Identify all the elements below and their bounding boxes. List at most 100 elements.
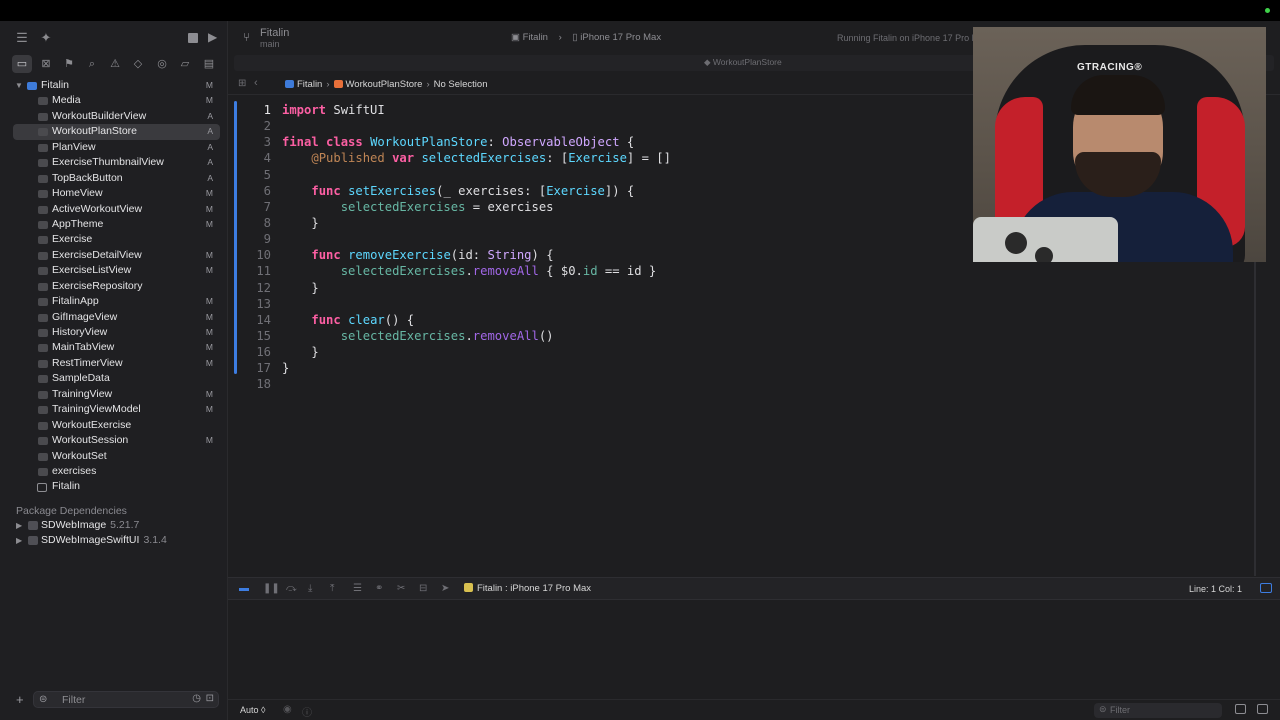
tree-item[interactable]: MainTabView M — [0, 340, 228, 355]
swift-file-icon — [38, 128, 48, 137]
tree-item[interactable]: ExerciseRepository — [0, 279, 228, 294]
info-icon[interactable]: ⓘ — [302, 704, 312, 719]
recent-files-icon[interactable]: ◷ — [192, 693, 201, 704]
test-navigator-icon[interactable]: ◇ — [128, 55, 148, 73]
filter-options-icon[interactable]: ⊡ — [206, 693, 214, 704]
find-navigator-icon[interactable]: ⌕ — [82, 55, 102, 73]
tree-item[interactable]: Media M — [0, 93, 228, 108]
bookmark-icon[interactable]: ⚑ — [59, 55, 79, 73]
project-navigator-icon[interactable]: ▭ — [12, 55, 32, 73]
navigator-filter-input[interactable]: ⊜ Filter ◷ ⊡ — [33, 691, 219, 708]
tree-item[interactable]: ExerciseListView M — [0, 263, 228, 278]
swift-file-icon — [38, 467, 48, 476]
tree-item[interactable]: TrainingView M — [0, 387, 228, 402]
source-control-status: M — [205, 188, 213, 199]
tree-item[interactable]: HistoryView M — [0, 325, 228, 340]
related-items-icon[interactable]: ⊞ — [238, 78, 246, 89]
package-icon — [28, 536, 38, 545]
step-out-icon[interactable]: ⤒ — [330, 583, 334, 594]
tree-item[interactable]: ExerciseThumbnailView A — [0, 155, 228, 170]
tree-item[interactable]: TrainingViewModel M — [0, 402, 228, 417]
swift-file-icon — [38, 452, 48, 461]
simulate-location-icon[interactable]: ⊟ — [419, 583, 427, 594]
view-hierarchy-icon[interactable]: ☰ — [353, 583, 362, 594]
step-in-icon[interactable]: ⤓ — [308, 583, 312, 594]
breadcrumb-project[interactable]: Fitalin — [285, 79, 322, 90]
swift-file-icon — [38, 313, 48, 322]
tree-item[interactable]: Fitalin — [0, 479, 228, 494]
tree-item[interactable]: PlanView A — [0, 140, 228, 155]
folder-icon — [37, 483, 47, 493]
report-navigator-icon[interactable]: ▤ — [199, 55, 219, 73]
tree-item[interactable]: exercises — [0, 464, 228, 479]
tree-item[interactable]: HomeView M — [0, 186, 228, 201]
swift-file-icon — [38, 282, 48, 291]
disclosure-icon[interactable]: ▶ — [16, 533, 22, 548]
tab-workoutplanstore[interactable]: ◆ WorkoutPlanStore — [704, 57, 782, 68]
memory-graph-icon[interactable]: ⚭ — [375, 583, 383, 594]
project-name[interactable]: Fitalin — [260, 27, 289, 39]
source-control-icon[interactable]: ⊠ — [36, 55, 56, 73]
package-dependencies-header: Package Dependencies — [16, 505, 127, 517]
tree-item[interactable]: SampleData — [0, 371, 228, 386]
tree-item[interactable]: WorkoutSet — [0, 449, 228, 464]
tree-item[interactable]: FitalinApp M — [0, 294, 228, 309]
console-filter-input[interactable]: ⊜ Filter — [1094, 703, 1222, 718]
disclosure-icon[interactable]: ▼ — [15, 78, 23, 93]
step-over-icon[interactable]: ⤼ — [286, 583, 297, 594]
sparkle-icon[interactable]: ✦ — [37, 30, 55, 46]
tree-item[interactable]: TopBackButton A — [0, 171, 228, 186]
console-toggle-icon[interactable]: ▬ — [239, 583, 249, 594]
tree-item[interactable]: WorkoutSession M — [0, 433, 228, 448]
tree-item[interactable]: RestTimerView M — [0, 356, 228, 371]
add-icon[interactable]: + — [16, 692, 24, 707]
breadcrumb-file[interactable]: WorkoutPlanStore — [333, 79, 422, 90]
disclosure-icon[interactable]: ▶ — [16, 518, 22, 533]
file-tree: ▼ Fitalin M Media M WorkoutBuilderView A Wor… — [0, 78, 228, 495]
run-button[interactable]: ▶ — [208, 30, 217, 44]
tree-item[interactable]: ExerciseDetailView M — [0, 248, 228, 263]
tree-item[interactable]: ActiveWorkoutView M — [0, 202, 228, 217]
debug-navigator-icon[interactable]: ◎ — [152, 55, 172, 73]
pause-icon[interactable]: ❚❚ — [263, 583, 280, 594]
swift-file-icon — [38, 267, 48, 276]
source-control-status: M — [205, 404, 213, 415]
source-control-status: M — [205, 311, 213, 322]
swift-file-icon — [38, 298, 48, 307]
auto-variables-selector[interactable]: Auto ◊ — [240, 705, 265, 715]
tree-item[interactable]: WorkoutPlanStore A — [13, 124, 220, 140]
debug-target[interactable]: Fitalin : iPhone 17 Pro Max — [464, 583, 591, 594]
tree-item[interactable]: AppTheme M — [0, 217, 228, 232]
branch-name: main — [260, 39, 280, 49]
debug-console[interactable] — [228, 601, 1280, 691]
tree-item[interactable]: Exercise — [0, 232, 228, 247]
breadcrumb-selection[interactable]: No Selection — [434, 79, 488, 90]
tree-root-project[interactable]: ▼ Fitalin M — [0, 78, 228, 93]
activity-status: Running Fitalin on iPhone 17 Pro M — [837, 33, 980, 43]
scheme-selector[interactable]: ▣ Fitalin › ▯ iPhone 17 Pro Max — [511, 32, 677, 43]
source-control-status: A — [207, 126, 213, 137]
swift-file-icon — [38, 437, 48, 446]
location-arrow-icon[interactable]: ➤ — [441, 583, 449, 594]
tree-item[interactable]: WorkoutExercise — [0, 418, 228, 433]
tree-item[interactable]: GifImageView M — [0, 310, 228, 325]
source-control-status: M — [205, 296, 213, 307]
navigator-sidebar: ☰ ✦ ▭ ⊠ ⚑ ⌕ ⚠ ◇ ◎ ▱ ▤ ▼ Fitalin M Media M… — [0, 21, 228, 720]
back-arrow-icon[interactable]: ‹ — [254, 77, 258, 89]
filter-icon: ⊜ — [1099, 704, 1107, 714]
breakpoint-navigator-icon[interactable]: ▱ — [175, 55, 195, 73]
sidebar-toggle-icon[interactable]: ☰ — [13, 30, 31, 46]
console-view-icon[interactable] — [1257, 704, 1268, 714]
issue-navigator-icon[interactable]: ⚠ — [105, 55, 125, 73]
swift-file-icon — [38, 251, 48, 260]
environment-icon[interactable]: ✂ — [397, 583, 405, 594]
webcam-overlay: GTRACING® — [973, 27, 1266, 262]
tree-item[interactable]: WorkoutBuilderView A — [0, 109, 228, 124]
menu-bar — [0, 0, 1280, 21]
source-control-status: M — [205, 218, 213, 229]
stop-button[interactable] — [188, 33, 198, 43]
panel-toggle-icon[interactable] — [1260, 583, 1272, 593]
navigator-selector-bar: ▭ ⊠ ⚑ ⌕ ⚠ ◇ ◎ ▱ ▤ — [8, 55, 222, 73]
variables-view-icon[interactable] — [1235, 704, 1246, 714]
eye-icon[interactable]: ◉ — [283, 704, 292, 715]
